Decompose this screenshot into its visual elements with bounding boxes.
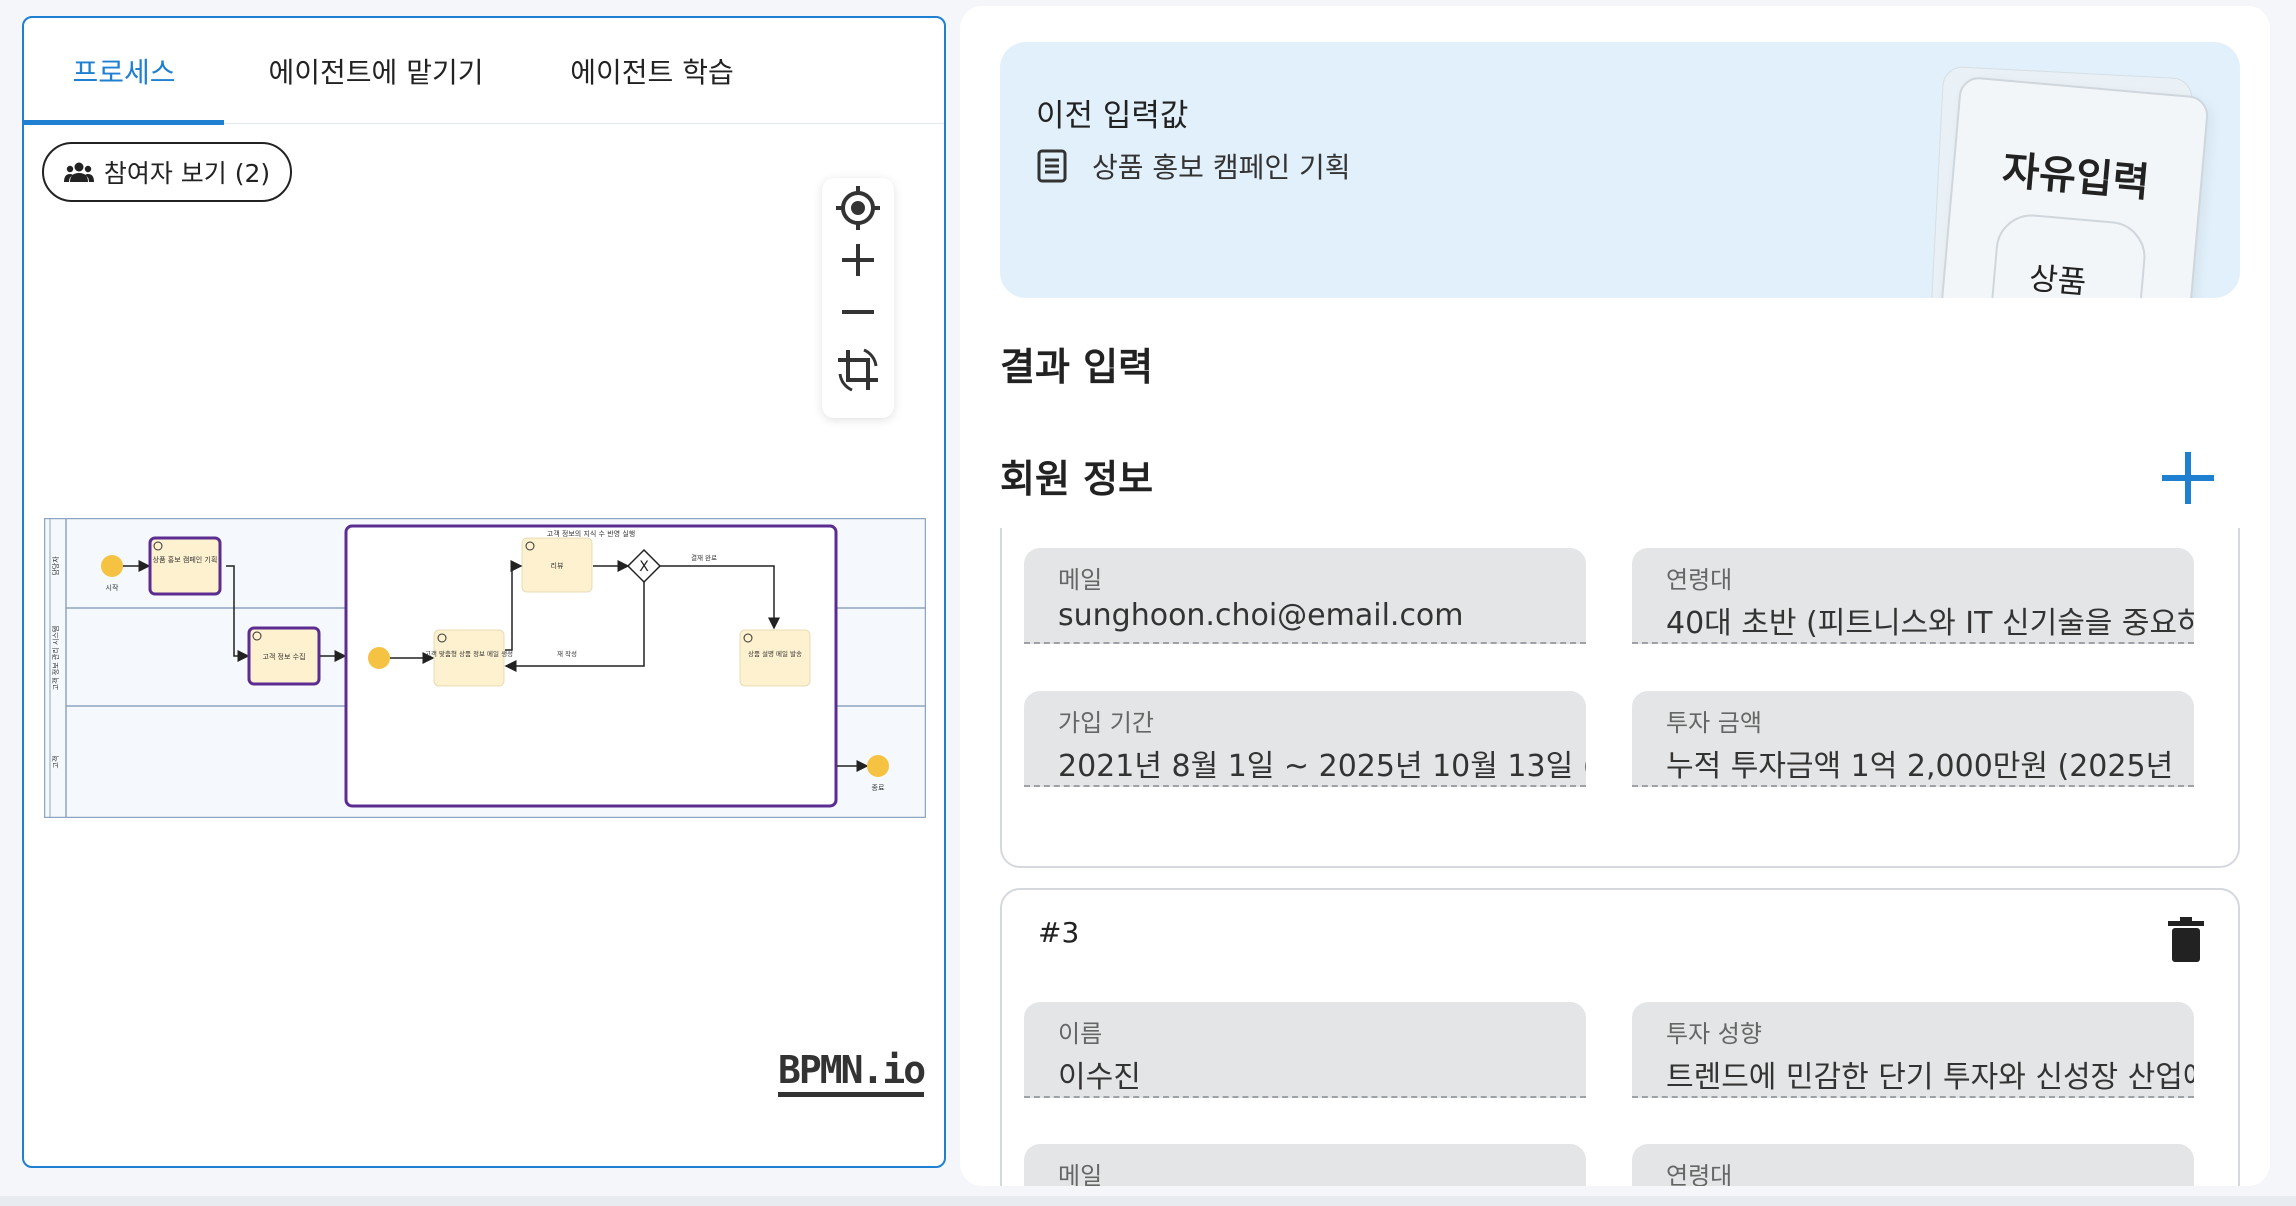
lane-label: 고객 정보 관리 시스템 [51, 626, 60, 691]
end-label: 종료 [872, 784, 885, 792]
minus-icon [842, 310, 874, 314]
decorative-card: 자유입력 상품 [1936, 75, 2210, 298]
member-list[interactable]: 메일 sunghoon.choi@email.com 연령대 40대 초반 (피… [960, 528, 2270, 1186]
subprocess-title: 고객 정보의 지식 수 반영 실행 [547, 529, 635, 538]
end-event[interactable] [867, 755, 889, 777]
name-field[interactable]: 이름 이수진 [1024, 1002, 1586, 1098]
crop-icon [838, 348, 878, 392]
process-panel: 프로세스 에이전트에 맡기기 에이전트 학습 참여자 보기 (2) 담당자 고객… [22, 16, 946, 1168]
investment-amount-field[interactable]: 투자 금액 누적 투자금액 1억 2,000만원 (2025년 [1632, 691, 2194, 787]
task-send-mail[interactable] [739, 629, 811, 687]
task-label: 고객 정보 수집 [262, 652, 305, 661]
previous-input-title: 이전 입력값 [1036, 98, 1189, 134]
decorative-card-inner: 상품 [1988, 211, 2149, 298]
age-group-field[interactable]: 연령대 [1632, 1144, 2194, 1186]
add-member-button[interactable] [2156, 446, 2220, 510]
fit-view-button[interactable] [832, 344, 884, 396]
view-participants-button[interactable]: 참여자 보기 (2) [42, 142, 292, 202]
task-generate-mail[interactable] [433, 629, 505, 687]
reset-view-button[interactable] [832, 182, 884, 234]
bpmn-io-logo[interactable]: BPMN.io [778, 1048, 926, 1097]
tab-process[interactable]: 프로세스 [24, 18, 224, 125]
lane-label: 고객 [51, 756, 60, 769]
result-input-title: 결과 입력 [1000, 345, 1154, 389]
crosshair-icon [836, 186, 880, 230]
task-label: 상품 설명 메일 발송 [748, 649, 802, 658]
member-info-title: 회원 정보 [1000, 457, 1154, 501]
age-group-field[interactable]: 연령대 40대 초반 (피트니스와 IT 신기술을 중요하 [1632, 548, 2194, 644]
zoom-controls [822, 178, 894, 418]
start-event[interactable] [101, 555, 123, 577]
previous-input-item[interactable]: 상품 홍보 캠페인 기획 [1036, 146, 1351, 186]
zoom-out-button[interactable] [832, 286, 884, 338]
decorative-card-title: 자유입력 [2000, 147, 2152, 207]
task-label: 상품 홍보 캠페인 기획 [153, 555, 218, 564]
previous-input-item-label: 상품 홍보 캠페인 기획 [1092, 151, 1351, 184]
bpmn-diagram[interactable]: 담당자 고객 정보 관리 시스템 고객 시작 상품 홍보 캠페인 기획 고객 정… [44, 518, 926, 818]
membership-period-field[interactable]: 가입 기간 2021년 8월 1일 ~ 2025년 10월 13일 (약 [1024, 691, 1586, 787]
zoom-in-button[interactable] [832, 234, 884, 286]
people-icon [63, 162, 94, 182]
form-panel: 이전 입력값 상품 홍보 캠페인 기획 자유입력 상품 결과 입력 회원 정보 [960, 6, 2270, 1186]
start-label: 시작 [106, 583, 119, 592]
previous-input-card: 이전 입력값 상품 홍보 캠페인 기획 자유입력 상품 [1000, 42, 2240, 298]
bottom-bar [0, 1196, 2296, 1206]
tab-delegate-agent[interactable]: 에이전트에 맡기기 [248, 18, 504, 124]
member-card-number: #3 [1038, 916, 1080, 949]
gateway-x-icon: X [639, 559, 649, 575]
document-icon [1037, 149, 1067, 183]
decorative-card-sub: 상품 [2027, 260, 2088, 298]
member-card: #3 이름 이수진 투자 성향 트렌드에 민감한 단기 투자와 신성장 산업에 … [1000, 888, 2240, 1186]
plus-icon [842, 244, 874, 276]
lane-label: 담당자 [51, 556, 60, 576]
delete-member-button[interactable] [2166, 916, 2206, 964]
task-campaign-planning[interactable] [148, 536, 222, 596]
flow-label: 결재 완료 [691, 553, 717, 562]
flow-label: 재 작성 [557, 649, 577, 658]
email-field[interactable]: 메일 sunghoon.choi@email.com [1024, 548, 1586, 644]
sub-start-event[interactable] [368, 647, 390, 669]
task-label: 리뷰 [551, 561, 564, 570]
participants-label: 참여자 보기 (2) [103, 159, 271, 188]
investment-style-field[interactable]: 투자 성향 트렌드에 민감한 단기 투자와 신성장 산업에 [1632, 1002, 2194, 1098]
task-label: 고객 맞춤형 상품 정보 메일 생성 [425, 649, 513, 658]
tab-bar: 프로세스 에이전트에 맡기기 에이전트 학습 [24, 18, 944, 125]
member-card: 메일 sunghoon.choi@email.com 연령대 40대 초반 (피… [1000, 528, 2240, 868]
tab-agent-training[interactable]: 에이전트 학습 [532, 18, 772, 124]
email-field[interactable]: 메일 [1024, 1144, 1586, 1186]
